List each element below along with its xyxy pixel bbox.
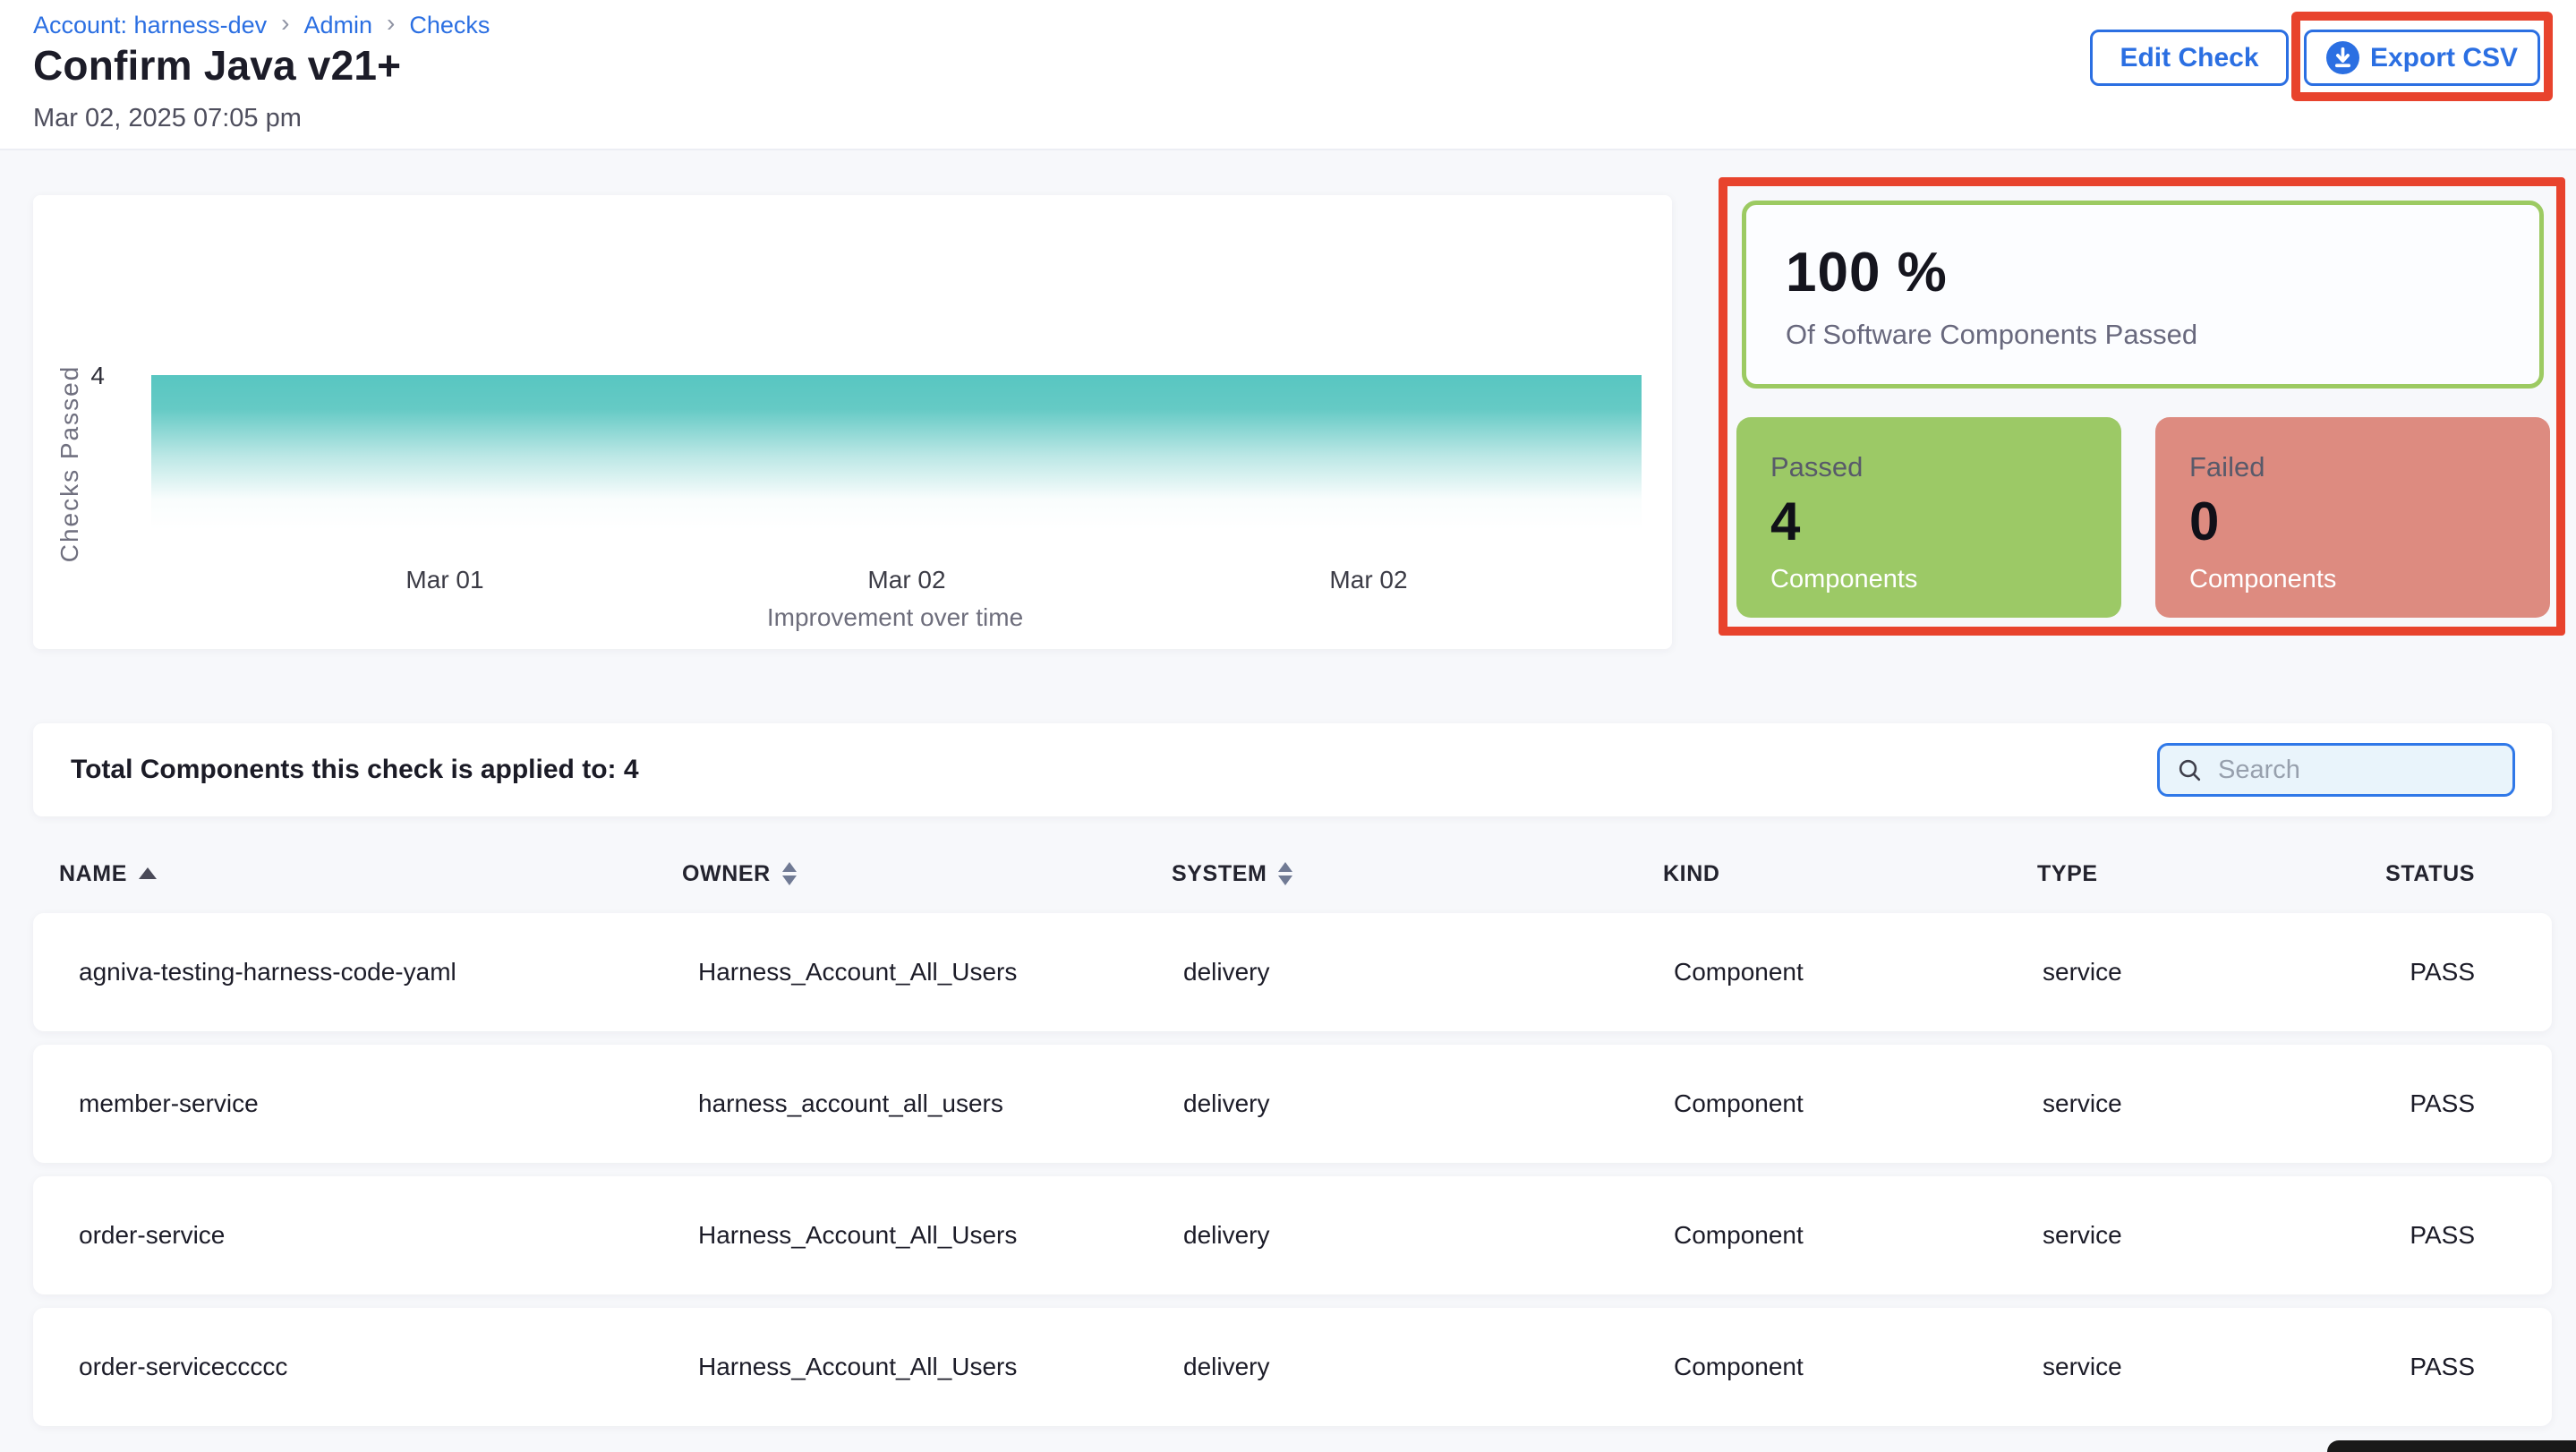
- bottom-right-widget[interactable]: [2327, 1440, 2576, 1452]
- cell-name: member-service: [33, 1089, 667, 1118]
- export-csv-button[interactable]: Export CSV: [2304, 30, 2540, 86]
- checks-passed-chart-card: Checks Passed 4 Mar 01 Mar 02 Mar 02 Imp…: [33, 195, 1672, 649]
- x-axis-tick: Mar 02: [1329, 566, 1407, 594]
- cell-kind: Component: [1647, 958, 2018, 987]
- cell-owner: Harness_Account_All_Users: [667, 1353, 1155, 1381]
- search-input[interactable]: [2216, 755, 2496, 786]
- column-header-type-label: TYPE: [2037, 861, 2098, 887]
- cell-system: delivery: [1155, 1089, 1647, 1118]
- cell-kind: Component: [1647, 1089, 2018, 1118]
- cell-owner: harness_account_all_users: [667, 1089, 1155, 1118]
- chevron-right-icon: ›: [281, 11, 289, 39]
- cell-type: service: [2018, 958, 2387, 987]
- passed-card: Passed 4 Components: [1736, 417, 2121, 618]
- check-timestamp: Mar 02, 2025 07:05 pm: [33, 104, 302, 133]
- failed-card: Failed 0 Components: [2155, 417, 2550, 618]
- column-header-kind: KIND: [1647, 861, 2018, 887]
- table-row[interactable]: order-serviceccccc Harness_Account_All_U…: [33, 1308, 2552, 1426]
- cell-system: delivery: [1155, 958, 1647, 987]
- column-header-owner-label: OWNER: [682, 861, 771, 887]
- cell-status: PASS: [2387, 958, 2552, 987]
- search-icon: [2176, 756, 2204, 784]
- column-header-name[interactable]: NAME: [33, 861, 667, 887]
- area-series-checks-passed: [151, 375, 1642, 530]
- breadcrumb: Account: harness-dev › Admin › Checks: [33, 11, 490, 39]
- column-header-name-label: NAME: [59, 861, 127, 887]
- x-axis-title: Improvement over time: [767, 603, 1023, 632]
- failed-unit: Components: [2189, 565, 2550, 594]
- column-header-type: TYPE: [2018, 861, 2387, 887]
- chevron-right-icon: ›: [387, 11, 395, 39]
- cell-status: PASS: [2387, 1221, 2552, 1250]
- cell-kind: Component: [1647, 1353, 2018, 1381]
- column-header-system-label: SYSTEM: [1172, 861, 1267, 887]
- cell-system: delivery: [1155, 1221, 1647, 1250]
- search-box[interactable]: [2157, 743, 2515, 797]
- percent-passed-caption: Of Software Components Passed: [1786, 319, 2539, 351]
- cell-type: service: [2018, 1089, 2387, 1118]
- y-axis-label: Checks Passed: [55, 365, 84, 563]
- cell-kind: Component: [1647, 1221, 2018, 1250]
- sort-ascending-icon: [139, 867, 157, 879]
- table-header: NAME OWNER SYSTEM KIND TYPE STATUS: [33, 841, 2552, 906]
- page-title: Confirm Java v21+: [33, 41, 401, 90]
- x-axis-tick: Mar 02: [867, 566, 945, 594]
- percent-passed-value: 100 %: [1786, 241, 2539, 304]
- cell-name: agniva-testing-harness-code-yaml: [33, 958, 667, 987]
- failed-label: Failed: [2189, 451, 2550, 483]
- table-row[interactable]: order-service Harness_Account_All_Users …: [33, 1176, 2552, 1294]
- download-circle-icon: [2326, 41, 2359, 74]
- percent-passed-card: 100 % Of Software Components Passed: [1742, 201, 2544, 389]
- cell-status: PASS: [2387, 1089, 2552, 1118]
- column-header-kind-label: KIND: [1663, 861, 1720, 887]
- passed-unit: Components: [1770, 565, 2121, 594]
- cell-name: order-service: [33, 1221, 667, 1250]
- annotation-box-summary: 100 % Of Software Components Passed Pass…: [1719, 177, 2565, 636]
- edit-check-button[interactable]: Edit Check: [2090, 30, 2289, 86]
- sort-icon: [782, 862, 797, 885]
- export-csv-label: Export CSV: [2370, 43, 2518, 73]
- breadcrumb-account-link[interactable]: Account: harness-dev: [33, 12, 267, 39]
- checks-detail-page: Account: harness-dev › Admin › Checks Co…: [0, 0, 2576, 1452]
- cell-name: order-serviceccccc: [33, 1353, 667, 1381]
- column-header-owner[interactable]: OWNER: [667, 861, 1155, 887]
- cell-system: delivery: [1155, 1353, 1647, 1381]
- column-header-status-label: STATUS: [2385, 861, 2475, 887]
- failed-count: 0: [2189, 491, 2550, 552]
- total-components-bar: Total Components this check is applied t…: [33, 723, 2552, 816]
- cell-type: service: [2018, 1353, 2387, 1381]
- table-body: agniva-testing-harness-code-yaml Harness…: [33, 913, 2552, 1426]
- table-row[interactable]: member-service harness_account_all_users…: [33, 1045, 2552, 1163]
- breadcrumb-checks-link[interactable]: Checks: [409, 12, 490, 39]
- top-bar: Account: harness-dev › Admin › Checks Co…: [0, 0, 2576, 150]
- cell-owner: Harness_Account_All_Users: [667, 1221, 1155, 1250]
- column-header-status: STATUS: [2387, 861, 2552, 887]
- y-axis-tick: 4: [67, 362, 105, 390]
- breadcrumb-admin-link[interactable]: Admin: [303, 12, 372, 39]
- passed-count: 4: [1770, 491, 2121, 552]
- column-header-system[interactable]: SYSTEM: [1155, 861, 1647, 887]
- table-row[interactable]: agniva-testing-harness-code-yaml Harness…: [33, 913, 2552, 1031]
- cell-status: PASS: [2387, 1353, 2552, 1381]
- passed-label: Passed: [1770, 451, 2121, 483]
- x-axis-tick: Mar 01: [405, 566, 483, 594]
- cell-type: service: [2018, 1221, 2387, 1250]
- total-components-label: Total Components this check is applied t…: [71, 755, 639, 785]
- cell-owner: Harness_Account_All_Users: [667, 958, 1155, 987]
- sort-icon: [1278, 862, 1292, 885]
